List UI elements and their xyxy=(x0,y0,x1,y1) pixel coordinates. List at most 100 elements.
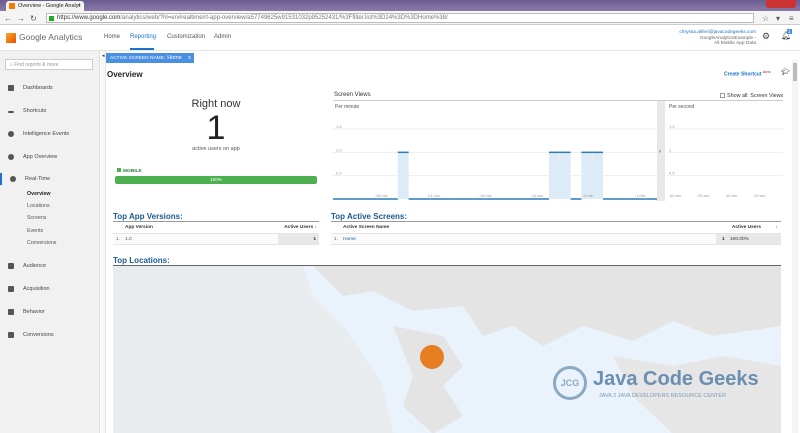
scrollbar-thumb[interactable] xyxy=(793,63,797,81)
page-title: Overview xyxy=(107,70,143,79)
nav-home[interactable]: Home xyxy=(104,34,120,40)
report-search-input[interactable]: ⌕ Find reports & more xyxy=(5,59,93,70)
sidebar-item-behavior[interactable]: Behavior xyxy=(0,306,100,318)
jcg-logo-icon: JCG xyxy=(553,366,587,400)
browser-tab-bar: Overview - Google Analyt × xyxy=(0,0,800,11)
bar xyxy=(592,152,603,199)
show-all-checkbox[interactable]: Show all: Screen Views xyxy=(720,93,783,99)
sidebar-item-dashboards[interactable]: Dashboards xyxy=(0,82,100,94)
x-tick-label: -26 min xyxy=(375,194,388,198)
sidebar-label: Intelligence Events xyxy=(23,131,70,137)
row-app-version[interactable]: 1.0 xyxy=(125,237,132,242)
favicon-icon xyxy=(9,3,15,9)
col-active-screen-name[interactable]: Active Screen Name xyxy=(343,225,389,230)
segment-legend: MOBILE xyxy=(117,168,142,174)
sidebar-item-app-overview[interactable]: App Overview xyxy=(0,151,100,163)
ga-logo[interactable]: Google Analytics xyxy=(6,32,82,43)
nav-customization[interactable]: Customization xyxy=(167,34,205,40)
sidebar-sub-locations[interactable]: Locations xyxy=(27,203,50,209)
y-tick-label: 1.5 xyxy=(669,124,675,129)
account-view: All Mobile App Data xyxy=(714,41,756,46)
table-row: 1. Home 1 100.00% xyxy=(331,233,781,245)
grad-cap-icon[interactable]: 🎓︎ xyxy=(781,68,790,76)
watermark-tagline: JAVA 2 JAVA DEVELOPERS RESOURCE CENTER xyxy=(599,393,727,399)
reload-icon[interactable]: ↻ xyxy=(30,14,37,23)
col-active-users[interactable]: Active Users ↓ xyxy=(284,225,317,230)
sidebar-item-acquisition[interactable]: Acquisition xyxy=(0,283,100,295)
location-marker[interactable] xyxy=(420,345,444,369)
app-versions-table: App Version Active Users ↓ 1. 1.0 1 xyxy=(113,221,319,245)
account-email: chryssa.aliferi@javacodegeeks.com xyxy=(679,30,756,35)
settings-gear-icon[interactable]: ⚙ xyxy=(762,31,770,42)
y-tick-label: 1.0 xyxy=(336,147,342,152)
sidebar-item-intelligence-events[interactable]: Intelligence Events xyxy=(0,128,100,140)
nav-admin[interactable]: Admin xyxy=(214,34,231,40)
clock-icon xyxy=(10,176,16,182)
address-bar-row: ← → ↻ https://www.google.com/analytics/w… xyxy=(0,11,800,25)
remove-filter-icon[interactable]: X xyxy=(188,56,191,61)
create-shortcut-link[interactable]: Create Shortcut BETA xyxy=(724,70,771,78)
sidebar-item-real-time[interactable]: Real-Time xyxy=(0,173,100,185)
col-active-users[interactable]: Active Users xyxy=(732,225,761,230)
page-scrollbar[interactable] xyxy=(792,60,798,433)
sort-arrow-icon[interactable]: ↓ xyxy=(776,225,778,230)
create-shortcut-label: Create Shortcut xyxy=(724,71,762,78)
per-second-title: Per second xyxy=(669,104,695,110)
expand-arrow-icon: › xyxy=(659,149,661,155)
sidebar-sub-overview[interactable]: Overview xyxy=(27,191,51,197)
app-overview-icon xyxy=(8,154,14,160)
bar xyxy=(549,152,560,199)
sidebar-item-audience[interactable]: Audience xyxy=(0,260,100,272)
audience-icon xyxy=(8,263,14,269)
x-tick-label: -60 sec xyxy=(669,194,682,198)
sidebar: ⌕ Find reports & more Dashboards Shortcu… xyxy=(0,51,100,433)
nav-reporting[interactable]: Reporting xyxy=(130,34,156,40)
row-index: 1. xyxy=(116,237,121,242)
bar xyxy=(397,152,409,199)
x-tick-label: -15 sec xyxy=(753,194,766,198)
y-tick-label: 0.5 xyxy=(669,171,675,176)
active-screens-title: Top Active Screens: xyxy=(331,212,408,221)
row-active-users: 1 xyxy=(278,234,319,244)
filter-value: Home xyxy=(167,55,182,61)
window-controls[interactable] xyxy=(766,0,796,8)
pocket-icon[interactable]: ▾ xyxy=(776,14,780,23)
sidebar-sub-events[interactable]: Events xyxy=(27,228,43,234)
active-filter-chip[interactable]: ACTIVE SCREEN NAME: Home X xyxy=(106,53,194,63)
browser-tab[interactable]: Overview - Google Analyt × xyxy=(6,1,84,11)
x-tick-label: -45 sec xyxy=(697,194,710,198)
menu-icon[interactable]: ≡ xyxy=(789,14,794,23)
sidebar-sub-conversions[interactable]: Conversions xyxy=(27,240,56,246)
x-tick-label: -6 min xyxy=(583,194,594,198)
locations-map[interactable]: JCG Java Code Geeks JAVA 2 JAVA DEVELOPE… xyxy=(113,265,781,433)
sidebar-item-conversions[interactable]: Conversions xyxy=(0,329,100,341)
collapse-arrow-icon: ◂ xyxy=(102,53,105,59)
active-screens-table: Active Screen Name Active Users ↓ 1. Hom… xyxy=(331,221,781,245)
col-app-version[interactable]: App Version xyxy=(125,225,153,230)
close-tab-icon[interactable]: × xyxy=(78,3,81,9)
active-users-subtitle: active users on app xyxy=(192,146,240,152)
forward-icon[interactable]: → xyxy=(17,14,25,23)
lightbulb-icon xyxy=(8,131,14,137)
acquisition-icon xyxy=(8,286,14,292)
shortcuts-icon xyxy=(8,111,14,113)
account-selector[interactable]: chryssa.aliferi@javacodegeeks.com Google… xyxy=(679,30,756,47)
url-input[interactable]: https://www.google.com/analytics/web/?hl… xyxy=(46,13,754,23)
right-now-panel: Right now 1 active users on app xyxy=(115,98,317,152)
per-minute-title: Per minute xyxy=(335,104,359,110)
sidebar-sub-screens[interactable]: Screens xyxy=(27,215,46,221)
y-tick-label: 1 xyxy=(669,147,672,152)
row-screen-name[interactable]: Home xyxy=(343,237,356,242)
sidebar-item-shortcuts[interactable]: Shortcuts xyxy=(0,105,100,117)
back-icon[interactable]: ← xyxy=(4,14,12,23)
sidebar-collapse-handle[interactable]: ◂ xyxy=(101,51,106,433)
star-icon[interactable]: ☆ xyxy=(762,14,769,23)
sidebar-label: Acquisition xyxy=(23,286,50,292)
tab-title: Overview - Google Analyt xyxy=(18,3,81,9)
notification-badge: 1 xyxy=(787,29,792,34)
sidebar-label: Audience xyxy=(23,263,46,269)
logo-text: Google Analytics xyxy=(19,32,83,42)
sidebar-label: Shortcuts xyxy=(23,108,47,114)
active-users-count: 1 xyxy=(206,109,226,147)
ga-logo-icon xyxy=(6,32,16,43)
